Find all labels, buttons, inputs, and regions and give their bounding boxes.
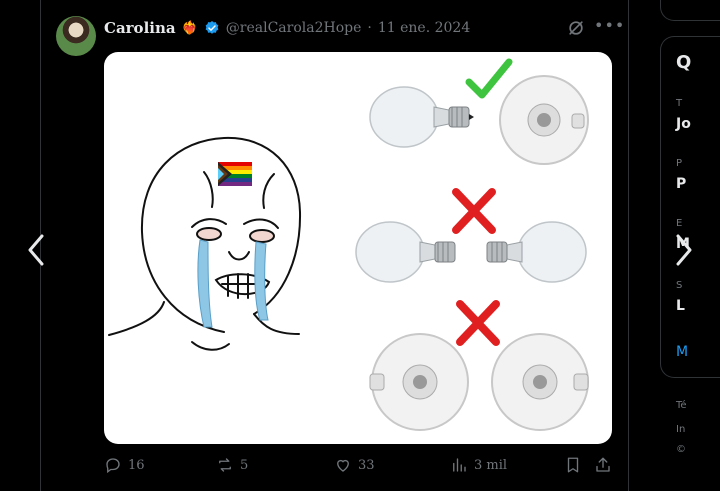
repost-icon xyxy=(219,458,231,472)
author-name[interactable]: Carolina xyxy=(104,19,176,37)
like-count: 33 xyxy=(358,457,375,473)
sidebar-f4-value[interactable]: L xyxy=(676,298,685,314)
check-mark-icon xyxy=(465,58,513,99)
like-button[interactable]: 33 xyxy=(334,456,375,474)
bookmark-button[interactable] xyxy=(564,456,582,474)
bulb-row-3 xyxy=(369,333,589,431)
chevron-left-icon[interactable] xyxy=(24,230,48,270)
sidebar-f2-label: P xyxy=(676,158,683,169)
repost-count: 5 xyxy=(240,457,249,473)
meme-illustration xyxy=(108,58,589,431)
author-emoji: ❤️‍🔥 xyxy=(181,20,198,36)
sidebar-footer-3: © xyxy=(676,444,686,455)
share-button[interactable] xyxy=(594,456,612,474)
verified-badge-icon xyxy=(205,21,219,34)
grok-icon[interactable] xyxy=(566,18,586,38)
timeline-right-border xyxy=(628,0,629,491)
sidebar-show-more-link[interactable]: M xyxy=(676,344,688,360)
sidebar-footer-2[interactable]: In xyxy=(676,424,685,435)
post-header: Carolina ❤️‍🔥 @realCarola2Hope · 11 ene.… xyxy=(104,18,470,38)
views-icon xyxy=(453,458,466,472)
sidebar-search-box[interactable] xyxy=(660,0,720,21)
post-image[interactable] xyxy=(104,52,612,444)
sidebar-heading: Q xyxy=(676,52,692,73)
repost-button[interactable]: 5 xyxy=(216,456,248,474)
post-date[interactable]: 11 ene. 2024 xyxy=(378,20,470,36)
post-actions-bar: 16 5 33 3 mil xyxy=(104,456,616,478)
views-count: 3 mil xyxy=(474,457,508,473)
like-icon xyxy=(337,459,349,472)
bookmark-icon xyxy=(567,457,579,473)
reply-button[interactable]: 16 xyxy=(104,456,145,474)
views-button[interactable]: 3 mil xyxy=(450,456,507,474)
reply-count: 16 xyxy=(128,457,145,473)
share-icon xyxy=(596,457,610,472)
sidebar-f2-value[interactable]: P xyxy=(676,176,686,192)
reply-icon xyxy=(106,458,120,474)
more-icon[interactable]: ••• xyxy=(594,16,624,36)
cross-icon-2 xyxy=(456,300,500,346)
bulb-row-2 xyxy=(355,221,587,283)
avatar[interactable] xyxy=(56,16,96,56)
sidebar-f3-value[interactable]: M xyxy=(676,236,690,252)
sidebar-f1-label: T xyxy=(676,98,683,109)
sidebar-f3-label: E xyxy=(676,218,683,229)
separator-dot: · xyxy=(367,20,372,36)
sidebar-footer-1[interactable]: Té xyxy=(676,400,687,411)
sidebar-f1-value[interactable]: Jo xyxy=(676,116,691,132)
sidebar-f4-label: S xyxy=(676,280,683,291)
author-handle[interactable]: @realCarola2Hope xyxy=(226,20,362,36)
progress-flag-icon xyxy=(218,162,252,186)
sidebar-panel xyxy=(660,36,720,378)
cross-icon-1 xyxy=(452,188,496,234)
